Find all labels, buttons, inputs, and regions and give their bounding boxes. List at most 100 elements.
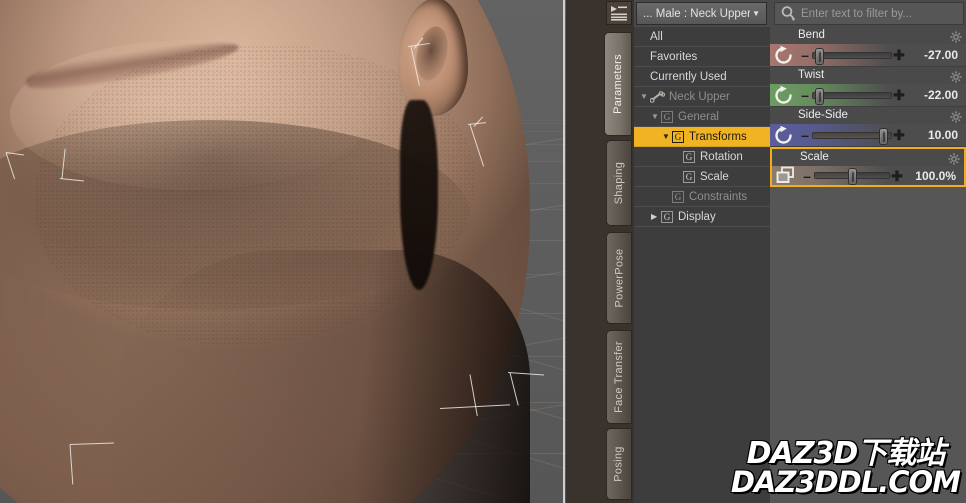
g-group-icon: G bbox=[661, 210, 673, 223]
slider-handle[interactable] bbox=[815, 47, 825, 65]
gear-icon[interactable] bbox=[948, 152, 960, 165]
tree-item-label: Constraints bbox=[689, 190, 748, 203]
tree-item-rotation[interactable]: G Rotation bbox=[634, 147, 770, 167]
tree-item-label: Display bbox=[678, 210, 716, 223]
tree-item-favorites[interactable]: Favorites bbox=[634, 47, 770, 67]
slider-track[interactable] bbox=[814, 168, 890, 185]
tree-item-label: Currently Used bbox=[650, 70, 727, 83]
tab-powerpose[interactable]: PowerPose bbox=[606, 232, 632, 324]
tree-item-label: All bbox=[650, 30, 663, 43]
tree-item-all[interactable]: All bbox=[634, 27, 770, 47]
tree-item-label: Neck Upper bbox=[669, 90, 730, 103]
gear-icon[interactable] bbox=[950, 70, 962, 83]
property-slider-row: – ✚ -27.00 bbox=[770, 44, 966, 66]
tab-parameters[interactable]: Parameters bbox=[604, 32, 632, 136]
g-group-icon: G bbox=[683, 150, 695, 163]
chevron-down-icon[interactable]: ▼ bbox=[651, 112, 661, 121]
rotate-dial-icon[interactable] bbox=[770, 44, 798, 67]
tree-item-label: General bbox=[678, 110, 719, 123]
property-value[interactable]: 100.0% bbox=[904, 169, 964, 183]
slider-track[interactable] bbox=[812, 87, 892, 105]
node-selector-dropdown[interactable]: ... Male : Neck Upper ▼ bbox=[636, 2, 767, 25]
property-slider-row: – ✚ 100.0% bbox=[772, 166, 964, 185]
node-selector-value: ... Male : Neck Upper bbox=[643, 7, 751, 20]
slider-track[interactable] bbox=[812, 127, 892, 145]
parameters-pane: ... Male : Neck Upper ▼ All Favorites Curr… bbox=[634, 0, 966, 503]
chevron-right-icon[interactable]: ▶ bbox=[651, 212, 661, 221]
scale-box-icon[interactable] bbox=[772, 164, 800, 187]
property-row-bend[interactable]: Bend – ✚ -27.00 bbox=[770, 27, 966, 67]
tab-label: Shaping bbox=[613, 161, 626, 205]
3d-viewport[interactable] bbox=[0, 0, 566, 503]
behind-ear-shadow bbox=[400, 100, 438, 290]
tree-item-label: Scale bbox=[700, 170, 729, 183]
tab-label: Posing bbox=[613, 446, 625, 482]
tree-item-general[interactable]: ▼ G General bbox=[634, 107, 770, 127]
rotate-dial-icon[interactable] bbox=[770, 124, 798, 147]
decrement-button[interactable]: – bbox=[798, 88, 812, 102]
slider-handle[interactable] bbox=[848, 168, 857, 185]
tab-face-transfer[interactable]: Face Transfer bbox=[606, 330, 632, 424]
increment-button[interactable]: ✚ bbox=[892, 88, 906, 102]
g-group-icon: G bbox=[661, 110, 673, 123]
neck-shading bbox=[110, 250, 530, 503]
property-value[interactable]: 10.00 bbox=[906, 128, 966, 142]
tree-item-label: Transforms bbox=[689, 130, 747, 143]
gear-icon[interactable] bbox=[950, 110, 962, 123]
tab-label: Face Transfer bbox=[613, 341, 626, 413]
slider-fill bbox=[815, 173, 852, 178]
panel-menu-icon[interactable] bbox=[606, 1, 632, 25]
pane-tab-rail: Parameters Shaping PowerPose Face Transfer P… bbox=[566, 0, 634, 503]
daz-studio-window: Parameters Shaping PowerPose Face Transfer P… bbox=[0, 0, 966, 503]
g-group-icon: G bbox=[683, 170, 695, 183]
property-value[interactable]: -22.00 bbox=[906, 88, 966, 102]
tab-posing[interactable]: Posing bbox=[606, 428, 632, 500]
property-slider-list[interactable]: Bend – ✚ -27.00 Twist – ✚ -22.00 Side-Side – ✚ 10.0… bbox=[770, 27, 966, 503]
parameters-header: ... Male : Neck Upper ▼ bbox=[634, 0, 966, 27]
tree-item-constraints[interactable]: G Constraints bbox=[634, 187, 770, 207]
slider-handle[interactable] bbox=[879, 127, 889, 145]
bone-icon bbox=[649, 90, 666, 103]
g-group-icon: G bbox=[672, 190, 684, 203]
tree-item-display[interactable]: ▶ G Display bbox=[634, 207, 770, 227]
slider-handle[interactable] bbox=[815, 87, 825, 105]
property-row-side-side[interactable]: Side-Side – ✚ 10.00 bbox=[770, 107, 966, 147]
decrement-button[interactable]: – bbox=[798, 128, 812, 142]
search-icon bbox=[775, 5, 801, 22]
tree-item-neck-upper[interactable]: ▼ Neck Upper bbox=[634, 87, 770, 107]
increment-button[interactable]: ✚ bbox=[892, 48, 906, 62]
chevron-down-icon[interactable]: ▼ bbox=[662, 132, 672, 141]
parameter-group-tree[interactable]: All Favorites Currently Used ▼ Neck Upper ▼ G G… bbox=[634, 27, 770, 503]
tree-item-scale[interactable]: G Scale bbox=[634, 167, 770, 187]
increment-button[interactable]: ✚ bbox=[892, 128, 906, 142]
viewport-split-line[interactable] bbox=[563, 0, 565, 503]
slider-track[interactable] bbox=[812, 47, 892, 65]
property-row-scale[interactable]: Scale – ✚ 100.0% bbox=[770, 147, 966, 187]
increment-button[interactable]: ✚ bbox=[890, 169, 904, 183]
decrement-button[interactable]: – bbox=[798, 48, 812, 62]
g-group-icon: G bbox=[672, 130, 684, 143]
property-value[interactable]: -27.00 bbox=[906, 48, 966, 62]
tab-label: Parameters bbox=[612, 54, 625, 114]
filter-field-wrapper[interactable] bbox=[774, 2, 964, 25]
property-label: Side-Side bbox=[798, 109, 848, 121]
property-slider-row: – ✚ 10.00 bbox=[770, 124, 966, 146]
tab-shaping[interactable]: Shaping bbox=[606, 140, 632, 226]
tree-item-label: Rotation bbox=[700, 150, 743, 163]
tree-item-transforms[interactable]: ▼ G Transforms bbox=[634, 127, 770, 147]
chevron-down-icon[interactable]: ▼ bbox=[640, 92, 650, 101]
property-label: Bend bbox=[798, 29, 825, 41]
gear-icon[interactable] bbox=[950, 30, 962, 43]
property-label: Twist bbox=[798, 69, 825, 81]
tab-label: PowerPose bbox=[613, 248, 626, 308]
decrement-button[interactable]: – bbox=[800, 169, 814, 183]
slider-fill bbox=[813, 132, 884, 138]
search-input[interactable] bbox=[801, 7, 963, 20]
property-label: Scale bbox=[800, 151, 829, 163]
tree-item-label: Favorites bbox=[650, 50, 698, 63]
chevron-down-icon: ▼ bbox=[752, 9, 760, 18]
property-row-twist[interactable]: Twist – ✚ -22.00 bbox=[770, 67, 966, 107]
property-slider-row: – ✚ -22.00 bbox=[770, 84, 966, 106]
rotate-dial-icon[interactable] bbox=[770, 84, 798, 107]
tree-item-currently-used[interactable]: Currently Used bbox=[634, 67, 770, 87]
